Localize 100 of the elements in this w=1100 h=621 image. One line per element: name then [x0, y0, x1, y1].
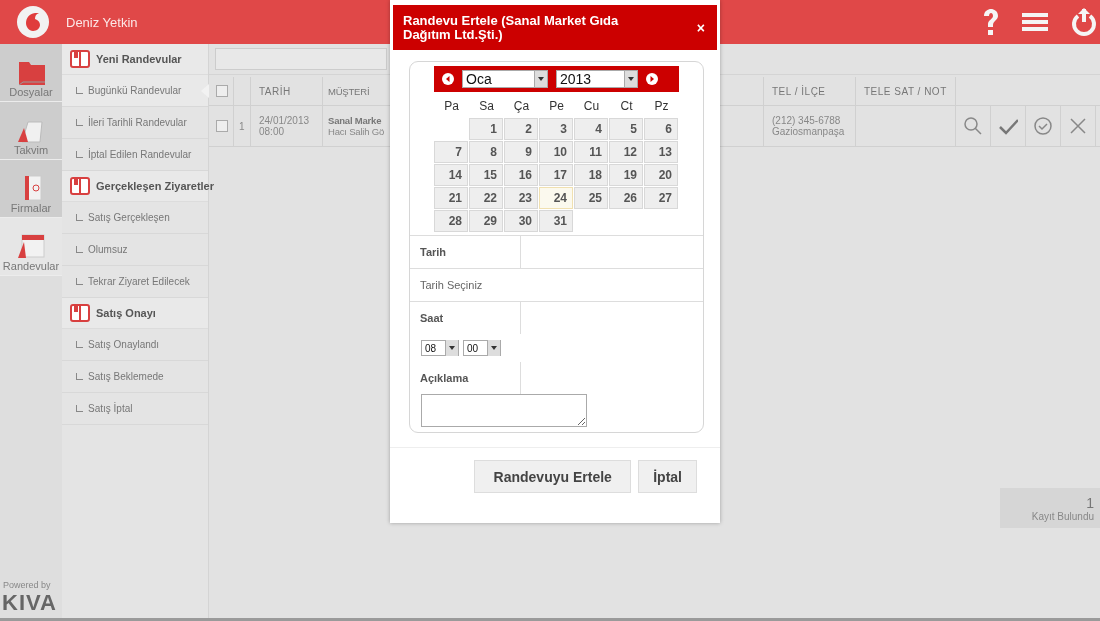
result-count: 1: [1086, 494, 1094, 511]
calendar-day[interactable]: 1: [469, 118, 503, 140]
calendar-day[interactable]: 15: [469, 164, 503, 186]
cancel-button[interactable]: İptal: [638, 460, 697, 493]
calendar-day[interactable]: 24: [539, 187, 573, 209]
menu-item-label: İleri Tarihli Randevular: [88, 117, 187, 128]
calendar-day[interactable]: 6: [644, 118, 678, 140]
book-icon: [70, 304, 90, 322]
menu-group-label: Satış Onayı: [96, 307, 156, 319]
powered-by-text: Powered by: [2, 580, 52, 590]
rail-item[interactable]: Randevular: [0, 218, 62, 276]
search-icon[interactable]: [963, 116, 983, 136]
search-field[interactable]: [215, 48, 387, 70]
date-value: Tarih Seçiniz: [419, 279, 483, 291]
book-icon: [70, 177, 90, 195]
field-label: Tarih: [410, 236, 521, 268]
column-header: TELE SAT / NOT: [856, 77, 956, 105]
calendar-day[interactable]: 20: [644, 164, 678, 186]
year-select[interactable]: 2013: [556, 70, 638, 88]
menu-item-label: Satış Onaylandı: [88, 339, 160, 350]
menu-item-label: Satış Gerçekleşen: [88, 212, 170, 223]
logo-icon: [16, 5, 50, 39]
rail-label: Randevular: [2, 260, 60, 272]
calendar-day[interactable]: 8: [469, 141, 503, 163]
time-text: 08:00: [259, 126, 285, 137]
menu-group-label: Gerçekleşen Ziyaretler: [96, 180, 215, 192]
note-field[interactable]: [421, 394, 587, 427]
menu-item-label: Satış İptal: [88, 403, 133, 414]
row-number: 1: [234, 106, 251, 146]
previous-icon[interactable]: [442, 73, 454, 85]
calendar-day[interactable]: 25: [574, 187, 608, 209]
calendar-day[interactable]: 9: [504, 141, 538, 163]
postpone-button[interactable]: Randevuyu Ertele: [474, 460, 632, 493]
month-select[interactable]: Oca: [462, 70, 548, 88]
indent-corner-icon: [76, 246, 83, 253]
calendar-day[interactable]: 18: [574, 164, 608, 186]
menu-item[interactable]: Satış Gerçekleşen: [62, 202, 208, 234]
book-icon: [70, 50, 90, 68]
menu-group-header[interactable]: Yeni Randevular: [62, 44, 208, 75]
menu-item-label: Satış Beklemede: [88, 371, 164, 382]
menu-group-header[interactable]: Satış Onayı: [62, 298, 208, 329]
result-label: Kayıt Bulundu: [1031, 510, 1094, 522]
calendar-day[interactable]: 4: [574, 118, 608, 140]
hour-select[interactable]: 08: [421, 340, 459, 356]
brand-logo: KIVA: [1, 590, 58, 617]
calendar-day[interactable]: 27: [644, 187, 678, 209]
calendar-day[interactable]: 14: [434, 164, 468, 186]
menu-item[interactable]: İleri Tarihli Randevular: [62, 107, 208, 139]
district-text: Gaziosmanpaşa: [772, 126, 845, 137]
calendar-day[interactable]: 13: [644, 141, 678, 163]
rail-label: Takvim: [13, 144, 49, 156]
indent-corner-icon: [76, 373, 83, 380]
calendar-day[interactable]: 16: [504, 164, 538, 186]
close-icon[interactable]: [1068, 116, 1088, 136]
menu-item[interactable]: Satış Beklemede: [62, 361, 208, 393]
calendar-day[interactable]: 5: [609, 118, 643, 140]
menu-item[interactable]: Satış Onaylandı: [62, 329, 208, 361]
menu-item-label: Tekrar Ziyaret Edilecek: [88, 276, 190, 287]
dialog-title: Randevu Ertele (Sanal Market Gıda Dağıtım Ltd.Şti.): [403, 13, 620, 42]
indent-corner-icon: [76, 341, 83, 348]
checkbox[interactable]: [216, 120, 228, 132]
calendar-day[interactable]: 21: [434, 187, 468, 209]
menu-item-label: Olumsuz: [88, 244, 128, 255]
calendar-day[interactable]: 2: [504, 118, 538, 140]
column-header: TARİH: [251, 77, 323, 105]
menu-item[interactable]: Olumsuz: [62, 234, 208, 266]
rail-label: Dosyalar: [9, 86, 53, 98]
close-button[interactable]: ×: [694, 19, 707, 36]
indent-corner-icon: [76, 151, 83, 158]
indent-corner-icon: [76, 278, 83, 285]
menu-icon[interactable]: [1022, 11, 1048, 33]
menu-item[interactable]: Satış İptal: [62, 393, 208, 425]
indent-corner-icon: [76, 87, 83, 94]
customer-name: Sanal Marke: [328, 115, 382, 126]
calendar-day[interactable]: 7: [434, 141, 468, 163]
menu-group-label: Yeni Randevular: [96, 53, 182, 65]
next-icon[interactable]: [646, 73, 658, 85]
indent-corner-icon: [76, 405, 83, 412]
calendar-day[interactable]: 11: [574, 141, 608, 163]
calendar-day[interactable]: 28: [434, 210, 468, 232]
calendar-day[interactable]: 22: [469, 187, 503, 209]
menu-item[interactable]: Bugünkü Randevular: [62, 75, 208, 107]
minute-select[interactable]: 00: [463, 340, 501, 356]
date-text: 24/01/2013: [259, 115, 310, 126]
calendar-day[interactable]: 26: [609, 187, 643, 209]
calendar-day[interactable]: 30: [504, 210, 538, 232]
menu-item-label: Bugünkü Randevular: [88, 85, 182, 96]
phone-number: (212) 345-6788: [772, 115, 841, 126]
calendar-day[interactable]: 29: [469, 210, 503, 232]
calendar-day[interactable]: 19: [609, 164, 643, 186]
user-name: Deniz Yetkin: [66, 14, 138, 30]
contact-name: Hacı Salih Gö: [328, 126, 384, 137]
calendar-day[interactable]: 10: [539, 141, 573, 163]
calendar-day[interactable]: 3: [539, 118, 573, 140]
power-icon[interactable]: [1070, 7, 1098, 37]
calendar-day[interactable]: 31: [539, 210, 573, 232]
calendar-day[interactable]: 23: [504, 187, 538, 209]
calendar-day[interactable]: 12: [609, 141, 643, 163]
checkbox[interactable]: [216, 85, 228, 97]
calendar-day[interactable]: 17: [539, 164, 573, 186]
